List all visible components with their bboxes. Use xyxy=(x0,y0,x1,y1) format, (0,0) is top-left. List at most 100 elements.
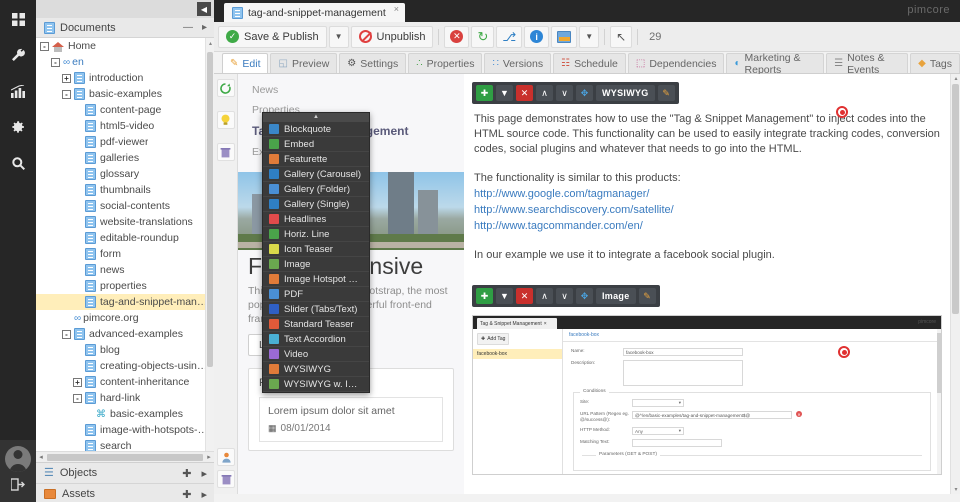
assets-add-button[interactable]: ✚ xyxy=(180,488,193,501)
tab-notes-events[interactable]: ☰ Notes & Events xyxy=(826,52,909,76)
tree-scroll-thumb[interactable] xyxy=(207,52,213,367)
document-tree[interactable]: - Home - ∞ en + introduction - basic-examples con… xyxy=(36,38,214,463)
edit-block-button-2[interactable]: ✎ xyxy=(638,288,656,304)
editor-scroll-thumb[interactable] xyxy=(952,84,959,314)
documents-expand-button[interactable]: ▸ xyxy=(200,22,209,33)
editor-scroll-up[interactable]: ▴ xyxy=(951,75,960,82)
menu-item-image[interactable]: Image xyxy=(263,257,369,272)
dashboard-icon[interactable] xyxy=(7,8,29,30)
tree-item-content-page[interactable]: content-page xyxy=(36,102,214,118)
menu-item-horiz-line[interactable]: Horiz. Line xyxy=(263,227,369,242)
documents-panel-header[interactable]: Documents — ▸ xyxy=(36,18,214,38)
tree-item-image-with-hotspots-and-markers[interactable]: image-with-hotspots-and-markers xyxy=(36,422,214,438)
add-block-dropdown-2[interactable]: ▼ xyxy=(496,288,513,304)
tree-item-properties[interactable]: properties xyxy=(36,278,214,294)
tree-item-pdf-viewer[interactable]: pdf-viewer xyxy=(36,134,214,150)
collapse-icon[interactable]: - xyxy=(51,57,60,67)
move-block-down-button-2[interactable]: ∨ xyxy=(556,288,573,304)
translation-button[interactable] xyxy=(551,25,578,48)
objects-panel-header[interactable]: ☰ Objects ✚ ▸ xyxy=(36,463,214,484)
link-searchdiscovery-satellite[interactable]: http://www.searchdiscovery.com/satellite… xyxy=(472,202,942,218)
show-in-tree-button[interactable]: ⎇ xyxy=(496,25,523,48)
tree-item-basic-examples[interactable]: ⌘ basic-examples xyxy=(36,406,214,422)
menu-item-text-accordion[interactable]: Text Accordion xyxy=(263,332,369,347)
tree-scroll-left[interactable]: ◂ xyxy=(36,453,46,461)
add-block-dropdown[interactable]: ▼ xyxy=(496,85,513,101)
move-block-up-button[interactable]: ∧ xyxy=(536,85,553,101)
tree-item-introduction[interactable]: + introduction xyxy=(36,70,214,86)
embedded-screenshot-image[interactable]: Tag & Snippet Management × pimcore ✚ Add… xyxy=(472,315,942,475)
search-icon[interactable] xyxy=(7,152,29,174)
tools-wrench-icon[interactable] xyxy=(7,44,29,66)
tab-tags[interactable]: ◆ Tags xyxy=(910,53,960,73)
move-block-up-button-2[interactable]: ∧ xyxy=(536,288,553,304)
menu-item-standard-teaser[interactable]: Standard Teaser xyxy=(263,317,369,332)
menu-item-icon-teaser[interactable]: Icon Teaser xyxy=(263,242,369,257)
translation-dropdown[interactable]: ▼ xyxy=(579,25,600,48)
tree-item-thumbnails[interactable]: thumbnails xyxy=(36,182,214,198)
reload-preview-button[interactable] xyxy=(216,79,235,97)
select-tool-button[interactable]: ↖ xyxy=(610,25,633,48)
tree-item-blog[interactable]: blog xyxy=(36,342,214,358)
editor-vertical-scrollbar[interactable]: ▴ ▾ xyxy=(950,74,960,494)
menu-item-embed[interactable]: Embed xyxy=(263,137,369,152)
link-tagcommander[interactable]: http://www.tagcommander.com/en/ xyxy=(472,218,942,234)
assets-expand-button[interactable]: ▸ xyxy=(199,488,209,501)
menu-scroll-up[interactable]: ▲ xyxy=(263,113,369,122)
menu-item-gallery-carousel-[interactable]: Gallery (Carousel) xyxy=(263,167,369,182)
move-block-down-button[interactable]: ∨ xyxy=(556,85,573,101)
hints-bulb-button[interactable] xyxy=(216,111,235,129)
add-block-button[interactable]: ✚ xyxy=(476,85,493,101)
tree-item-hard-link[interactable]: - hard-link xyxy=(36,390,214,406)
tree-vertical-scrollbar[interactable]: ▴ ▾ xyxy=(205,38,214,462)
avatar[interactable] xyxy=(5,446,31,472)
expand-icon[interactable]: + xyxy=(62,73,71,83)
logout-icon[interactable] xyxy=(10,478,25,494)
tree-item-advanced-examples[interactable]: - advanced-examples xyxy=(36,326,214,342)
add-block-button-2[interactable]: ✚ xyxy=(476,288,493,304)
window-tab-tag-and-snippet-management[interactable]: tag-and-snippet-management × xyxy=(224,3,406,22)
trash-button[interactable] xyxy=(217,470,235,488)
tree-item-pimcore-org[interactable]: ∞ pimcore.org xyxy=(36,310,214,326)
collapse-icon[interactable]: - xyxy=(73,393,82,403)
save-and-publish-button[interactable]: ✓ Save & Publish xyxy=(218,25,327,48)
close-icon[interactable]: × xyxy=(394,4,399,14)
tree-scroll-up[interactable]: ▴ xyxy=(206,40,214,47)
menu-item-headlines[interactable]: Headlines xyxy=(263,212,369,227)
tree-hscroll-thumb[interactable] xyxy=(47,453,203,461)
menu-item-featurette[interactable]: Featurette xyxy=(263,152,369,167)
menu-item-wysiwyg[interactable]: WYSIWYG xyxy=(263,362,369,377)
tab-schedule[interactable]: ☷ Schedule xyxy=(553,53,626,73)
editor-scroll-down[interactable]: ▾ xyxy=(951,486,960,493)
reload-button[interactable]: ↻ xyxy=(471,25,495,48)
tree-item-website-translations[interactable]: website-translations xyxy=(36,214,214,230)
tree-item-html5-video[interactable]: html5-video xyxy=(36,118,214,134)
objects-expand-button[interactable]: ▸ xyxy=(199,467,209,480)
tree-item-glossary[interactable]: glossary xyxy=(36,166,214,182)
menu-item-gallery-single-[interactable]: Gallery (Single) xyxy=(263,197,369,212)
objects-add-button[interactable]: ✚ xyxy=(180,467,193,480)
menu-item-video[interactable]: Video xyxy=(263,347,369,362)
tree-item-content-inheritance[interactable]: + content-inheritance xyxy=(36,374,214,390)
menu-item-wysiwyg-w-images[interactable]: WYSIWYG w. Images xyxy=(263,377,369,392)
tree-item-social-contents[interactable]: social-contents xyxy=(36,198,214,214)
tab-properties[interactable]: ∴ Properties xyxy=(408,53,483,73)
drag-block-handle-2[interactable]: ✥ xyxy=(576,288,593,304)
reports-chart-icon[interactable] xyxy=(7,80,29,102)
drag-block-handle[interactable]: ✥ xyxy=(576,85,593,101)
settings-gear-icon[interactable] xyxy=(7,116,29,138)
collapse-icon[interactable]: - xyxy=(62,89,71,99)
tree-item-creating-objects-using-forms[interactable]: creating-objects-using-forms xyxy=(36,358,214,374)
person-button[interactable] xyxy=(217,448,235,466)
menu-item-gallery-folder-[interactable]: Gallery (Folder) xyxy=(263,182,369,197)
delete-button[interactable]: ✕ xyxy=(444,25,470,48)
tree-item-home[interactable]: - Home xyxy=(36,38,214,54)
tree-item-news[interactable]: news xyxy=(36,262,214,278)
info-button[interactable]: i xyxy=(524,25,550,48)
edit-block-button[interactable]: ✎ xyxy=(657,85,675,101)
link-google-tagmanager[interactable]: http://www.google.com/tagmanager/ xyxy=(472,186,942,202)
menu-item-image-hotspot-ma-[interactable]: Image Hotspot & Ma... xyxy=(263,272,369,287)
tab-edit[interactable]: ✎ Edit xyxy=(222,53,269,73)
element-type-menu[interactable]: ▲ Blockquote Embed Featurette Gallery (Caro… xyxy=(262,112,370,393)
collapse-icon[interactable]: - xyxy=(40,41,49,51)
